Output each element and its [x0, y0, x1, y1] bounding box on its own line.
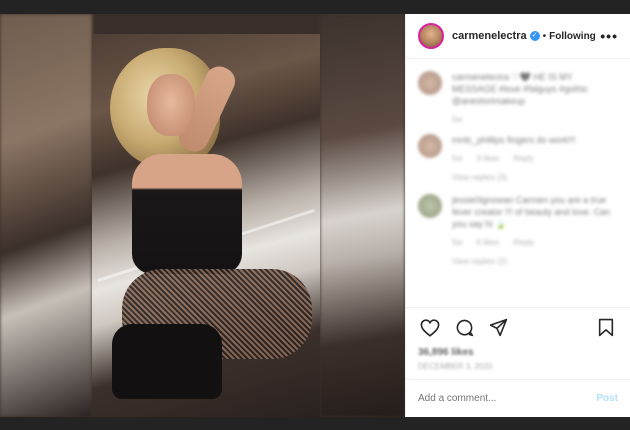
comment-likes[interactable]: 6 likes: [476, 238, 499, 247]
avatar[interactable]: [418, 134, 442, 158]
torso-shape: [132, 154, 242, 274]
photo-background-right: [320, 14, 405, 417]
comment-input[interactable]: [418, 393, 597, 404]
comments-list[interactable]: carmenelectra ♡🖤 HE IS MY MESSAGE #love …: [406, 59, 630, 307]
comment-text: carmenelectra ♡🖤 HE IS MY MESSAGE #love …: [452, 72, 589, 106]
post-sidebar: carmenelectra ✓ • Following ••• carmenel…: [405, 14, 630, 417]
boots-shape: [112, 324, 222, 399]
post-header: carmenelectra ✓ • Following •••: [406, 14, 630, 59]
comment-item: mrdc_phillips fingers do work!!! 5w 3 li…: [418, 134, 618, 163]
following-button[interactable]: Following: [549, 31, 596, 42]
bookmark-icon[interactable]: [594, 316, 618, 340]
face-shape: [147, 74, 195, 136]
comment-time: 5w: [452, 238, 463, 247]
separator-dot: •: [542, 30, 547, 42]
avatar[interactable]: [418, 23, 444, 49]
comment-meta: 5w 3 likes Reply: [452, 154, 576, 163]
photo-background-left: [0, 14, 92, 417]
reply-button[interactable]: Reply: [513, 154, 533, 163]
view-replies-link[interactable]: View replies (3): [452, 173, 618, 182]
post-image[interactable]: [0, 14, 405, 417]
post-comment-button[interactable]: Post: [596, 393, 618, 404]
comment-time: 5w: [452, 154, 463, 163]
more-options-icon[interactable]: •••: [600, 28, 618, 44]
comment-meta: 5w: [452, 115, 618, 124]
comment-icon[interactable]: [452, 316, 476, 340]
add-comment-bar: Post: [406, 379, 630, 417]
heart-icon[interactable]: [418, 316, 442, 340]
comment-text: jessie0ignowan Carmen you are a true fev…: [452, 195, 611, 229]
verified-badge-icon: ✓: [529, 31, 540, 41]
avatar[interactable]: [418, 194, 442, 218]
username[interactable]: carmenelectra: [452, 30, 527, 42]
action-bar: [406, 307, 630, 347]
share-icon[interactable]: [486, 316, 510, 340]
comment-item: carmenelectra ♡🖤 HE IS MY MESSAGE #love …: [418, 71, 618, 124]
comment-item: jessie0ignowan Carmen you are a true fev…: [418, 194, 618, 247]
like-count[interactable]: 36,896 likes: [406, 347, 630, 358]
view-replies-link[interactable]: View replies (2): [452, 257, 618, 266]
photo-foreground: [92, 34, 320, 417]
avatar[interactable]: [418, 71, 442, 95]
comment-meta: 5w 6 likes Reply: [452, 238, 618, 247]
post-date: DECEMBER 3, 2020: [418, 362, 493, 371]
comment-likes[interactable]: 3 likes: [476, 154, 499, 163]
reply-button[interactable]: Reply: [513, 238, 533, 247]
comment-time: 5w: [452, 115, 463, 124]
comment-text: mrdc_phillips fingers do work!!!: [452, 135, 576, 145]
post-modal: carmenelectra ✓ • Following ••• carmenel…: [0, 14, 630, 417]
